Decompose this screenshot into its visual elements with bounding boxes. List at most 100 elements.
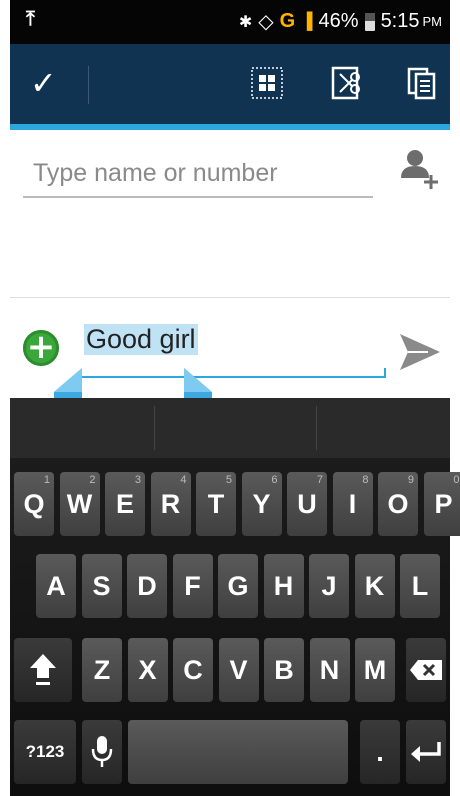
key-y-label: Y [252, 489, 271, 519]
attach-plus-icon[interactable]: + [23, 330, 59, 366]
upload-icon: ⤒ [26, 8, 35, 30]
key-p-hint: 0 [453, 474, 460, 486]
key-o-hint: 9 [407, 474, 414, 486]
selection-action-bar: ✓ [10, 44, 450, 124]
key-x-label: X [138, 655, 157, 685]
enter-icon [411, 742, 441, 762]
key-i-label: I [348, 489, 357, 519]
key-k[interactable]: K [354, 554, 395, 618]
key-l[interactable]: L [400, 554, 440, 618]
key-q-label: Q [23, 489, 45, 519]
key-o-label: O [387, 489, 409, 519]
key-a[interactable]: A [36, 554, 76, 618]
key-i-hint: 8 [362, 474, 369, 486]
key-z-label: Z [93, 655, 111, 685]
copy-icon[interactable] [406, 66, 440, 100]
select-all-icon[interactable] [250, 66, 284, 100]
key-o[interactable]: O9 [378, 472, 418, 536]
key-g[interactable]: G [218, 554, 258, 618]
send-icon[interactable] [398, 330, 442, 374]
key-j[interactable]: J [309, 554, 349, 618]
key-i[interactable]: I8 [332, 472, 373, 536]
clock-ampm: PM [422, 14, 443, 29]
action-bar-divider [88, 66, 89, 104]
period-key-label: . [376, 737, 384, 767]
recipient-input[interactable] [23, 150, 373, 198]
key-d[interactable]: D [127, 554, 167, 618]
key-c[interactable]: C [173, 638, 213, 702]
key-d-label: D [137, 571, 157, 601]
key-h[interactable]: H [263, 554, 304, 618]
suggestion-strip [10, 398, 450, 458]
key-s-label: S [92, 571, 111, 601]
status-icons: ✱ ◇ G ▐ 46% 5:15 PM [239, 9, 442, 34]
check-icon[interactable]: ✓ [30, 64, 57, 102]
key-f-label: F [184, 571, 201, 601]
alarm-icon: ◇ [258, 11, 274, 33]
voice-key[interactable] [82, 720, 122, 784]
key-s[interactable]: S [81, 554, 122, 618]
key-w[interactable]: W2 [59, 472, 100, 536]
key-b-label: B [274, 655, 294, 685]
key-j-label: J [321, 571, 337, 601]
microphone-icon [91, 736, 113, 767]
key-e[interactable]: E3 [105, 472, 145, 536]
cut-icon[interactable] [330, 66, 364, 100]
message-input-underline [78, 368, 386, 378]
message-input-selected-text[interactable]: Good girl [84, 324, 198, 355]
key-t-hint: 5 [225, 474, 232, 486]
key-x[interactable]: X [127, 638, 168, 702]
shift-icon [30, 654, 56, 685]
symbols-key[interactable]: ?123 [14, 720, 76, 784]
period-key[interactable]: . [360, 720, 400, 784]
key-t[interactable]: T5 [196, 472, 236, 536]
space-key[interactable] [128, 720, 348, 784]
key-p[interactable]: P0 [423, 472, 460, 536]
battery-icon [364, 12, 375, 31]
enter-key[interactable] [406, 720, 446, 784]
key-m[interactable]: M [355, 638, 395, 702]
key-v[interactable]: V [218, 638, 259, 702]
shift-key[interactable] [14, 638, 72, 702]
key-u[interactable]: U7 [287, 472, 327, 536]
key-y-hint: 6 [271, 474, 278, 486]
clock-time: 5:15 [380, 10, 420, 32]
suggestion-divider [316, 406, 317, 450]
key-l-label: L [411, 571, 429, 601]
backspace-icon [410, 660, 442, 680]
key-q-hint: 1 [43, 474, 50, 486]
soft-keyboard: Q 1 W 2 E 3 R 4 T 5 Y 6 U 7 I 8 O 9 P 0 A S D F G H J K L Z X C V B N M ?123… [10, 398, 460, 796]
key-g-label: G [227, 571, 249, 601]
key-e-label: E [115, 489, 134, 519]
key-y[interactable]: Y6 [241, 472, 282, 536]
key-w-hint: 2 [89, 474, 96, 486]
signal-icon: ▐ [301, 12, 313, 30]
backspace-key[interactable] [406, 638, 446, 702]
key-p-label: P [434, 489, 453, 519]
network-type-label: G [279, 10, 296, 32]
suggestion-divider [154, 406, 155, 450]
symbols-key-label: ?123 [25, 742, 65, 761]
key-c-label: C [183, 655, 203, 685]
key-r[interactable]: R4 [150, 472, 191, 536]
key-z[interactable]: Z [82, 638, 122, 702]
key-m-label: M [363, 655, 387, 685]
key-h-label: H [273, 571, 294, 601]
key-r-hint: 4 [180, 474, 187, 486]
status-bar: ⤒ ✱ ◇ G ▐ 46% 5:15 PM [0, 0, 460, 44]
key-r-label: R [160, 489, 181, 519]
key-t-label: T [207, 489, 225, 519]
add-contact-icon[interactable] [400, 148, 440, 192]
key-n[interactable]: N [309, 638, 350, 702]
key-w-label: W [66, 489, 93, 519]
battery-percent: 46% [318, 10, 359, 32]
key-a-label: A [46, 571, 66, 601]
key-v-label: V [229, 655, 248, 685]
key-u-hint: 7 [316, 474, 323, 486]
key-k-label: K [364, 571, 385, 601]
key-n-label: N [319, 655, 340, 685]
key-q[interactable]: Q1 [14, 472, 54, 536]
bluetooth-icon: ✱ [238, 13, 253, 31]
key-f[interactable]: F [172, 554, 213, 618]
key-b[interactable]: B [264, 638, 304, 702]
